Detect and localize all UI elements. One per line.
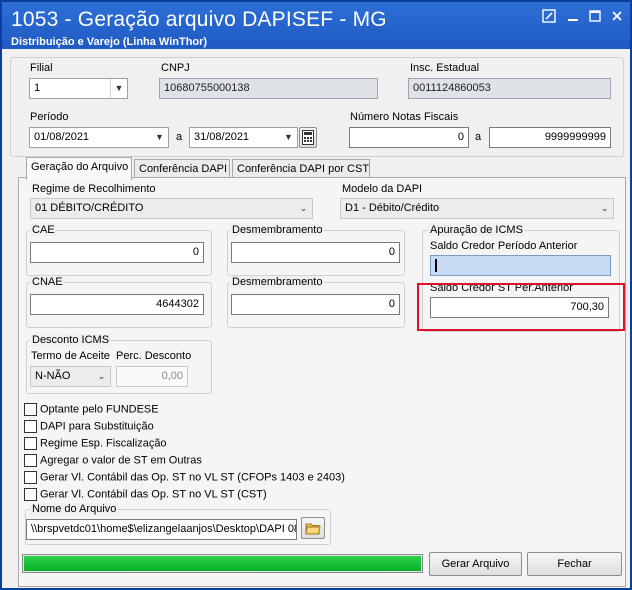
edit-icon[interactable] [540, 9, 558, 25]
checkbox-agregar-st[interactable]: Agregar o valor de ST em Outras [24, 454, 202, 468]
calendar-dropdown-icon[interactable]: ▼ [280, 128, 297, 147]
checkbox-box[interactable] [24, 420, 37, 433]
cnae-label: CNAE [30, 276, 65, 288]
perc-desconto-field[interactable]: 0,00 [116, 366, 188, 387]
apuracao-label: Apuração de ICMS [428, 224, 525, 236]
perc-desconto-label: Perc. Desconto [116, 350, 192, 362]
minimize-icon[interactable] [564, 9, 582, 25]
termo-aceite-value: N-NÃO [35, 370, 71, 382]
notas-fiscais-label: Número Notas Fiscais [350, 111, 459, 123]
title-bar[interactable]: 1053 - Geração arquivo DAPISEF - MG Dist… [2, 2, 630, 49]
checkbox-label: Gerar Vl. Contábil das Op. ST no VL ST (… [40, 488, 267, 501]
checkbox-label: Agregar o valor de ST em Outras [40, 454, 202, 467]
periodo-separator: a [176, 131, 183, 143]
cnae-field[interactable]: 4644302 [30, 294, 204, 315]
periodo-start-value: 01/08/2021 [34, 131, 90, 143]
checkbox-box[interactable] [24, 403, 37, 416]
cae-label: CAE [30, 224, 57, 236]
gerar-arquivo-label: Gerar Arquivo [441, 558, 510, 570]
text-cursor [435, 258, 437, 272]
desmembramento1-label: Desmembramento [230, 224, 325, 236]
modelo-label: Modelo da DAPI [342, 183, 423, 195]
checkbox-fundese[interactable]: Optante pelo FUNDESE [24, 403, 159, 417]
desmembramento1-field[interactable]: 0 [231, 242, 400, 263]
insc-estadual-label: Insc. Estadual [410, 62, 480, 74]
periodo-label: Período [30, 111, 69, 123]
saldo-periodo-field[interactable] [430, 255, 611, 276]
checkbox-box[interactable] [24, 454, 37, 467]
desconto-icms-label: Desconto ICMS [30, 334, 112, 346]
modelo-select[interactable]: D1 - Débito/Crédito ⌄ [340, 198, 614, 219]
chevron-down-icon[interactable]: ⌄ [596, 199, 613, 218]
tab-label: Conferência DAPI por CST [237, 163, 370, 175]
notas-end-field[interactable]: 9999999999 [489, 127, 611, 148]
app-window: 1053 - Geração arquivo DAPISEF - MG Dist… [0, 0, 632, 590]
cnpj-field[interactable]: 10680755000138 [159, 78, 378, 99]
checkbox-box[interactable] [24, 488, 37, 501]
checkbox-label: Gerar Vl. Contábil das Op. ST no VL ST (… [40, 471, 345, 484]
tab-label: Geração do Arquivo [31, 161, 129, 173]
insc-estadual-field[interactable]: 0011124860053 [408, 78, 611, 99]
close-icon[interactable] [608, 9, 626, 25]
termo-aceite-label: Termo de Aceite [31, 350, 110, 362]
window-subtitle: Distribuição e Varejo (Linha WinThor) [11, 36, 208, 48]
progress-fill [24, 556, 421, 571]
saldo-periodo-label: Saldo Credor Período Anterior [430, 240, 578, 252]
chevron-down-icon[interactable]: ⌄ [93, 367, 110, 386]
checkbox-vl-contabil-cst[interactable]: Gerar Vl. Contábil das Op. ST no VL ST (… [24, 488, 267, 502]
modelo-value: D1 - Débito/Crédito [345, 202, 440, 214]
checkbox-regime-esp[interactable]: Regime Esp. Fiscalização [24, 437, 167, 451]
checkbox-box[interactable] [24, 471, 37, 484]
tab-conferencia-dapi-cst[interactable]: Conferência DAPI por CST [232, 159, 370, 179]
calculator-icon[interactable] [299, 127, 317, 148]
regime-label: Regime de Recolhimento [32, 183, 156, 195]
tab-conferencia-dapi[interactable]: Conferência DAPI [134, 159, 230, 179]
window-title: 1053 - Geração arquivo DAPISEF - MG [11, 8, 387, 31]
notas-start-field[interactable]: 0 [349, 127, 469, 148]
checkbox-box[interactable] [24, 437, 37, 450]
fechar-button[interactable]: Fechar [527, 552, 622, 576]
regime-select[interactable]: 01 DÉBITO/CRÉDITO ⌄ [30, 198, 313, 219]
cae-field[interactable]: 0 [30, 242, 204, 263]
folder-icon[interactable] [301, 517, 325, 539]
calendar-dropdown-icon[interactable]: ▼ [151, 128, 168, 147]
chevron-down-icon[interactable]: ⌄ [295, 199, 312, 218]
highlight-frame [417, 283, 625, 331]
client-area: Filial 1 ▼ CNPJ 10680755000138 Insc. Est… [6, 51, 626, 587]
tab-panel-geracao: Regime de Recolhimento 01 DÉBITO/CRÉDITO… [18, 177, 626, 587]
regime-value: 01 DÉBITO/CRÉDITO [35, 202, 144, 214]
chevron-down-icon[interactable]: ▼ [110, 79, 127, 98]
desmembramento2-label: Desmembramento [230, 276, 325, 288]
desmembramento2-field[interactable]: 0 [231, 294, 400, 315]
periodo-end-value: 31/08/2021 [194, 131, 250, 143]
nome-arquivo-field[interactable]: \\brspvetdc01\home$\elizangelaanjos\Desk… [26, 519, 297, 540]
filial-select[interactable]: 1 ▼ [29, 78, 128, 99]
termo-aceite-select[interactable]: N-NÃO ⌄ [30, 366, 111, 387]
maximize-icon[interactable] [586, 9, 604, 25]
checkbox-label: DAPI para Substituição [40, 420, 154, 433]
fechar-label: Fechar [557, 558, 592, 570]
checkbox-vl-contabil-cfop[interactable]: Gerar Vl. Contábil das Op. ST no VL ST (… [24, 471, 345, 485]
tab-geracao-arquivo[interactable]: Geração do Arquivo [26, 157, 132, 180]
filial-value: 1 [34, 82, 41, 94]
filial-label: Filial [30, 62, 53, 74]
periodo-end-date[interactable]: 31/08/2021 ▼ [189, 127, 298, 148]
periodo-start-date[interactable]: 01/08/2021 ▼ [29, 127, 169, 148]
checkbox-label: Optante pelo FUNDESE [40, 403, 159, 416]
checkbox-dapi-substituicao[interactable]: DAPI para Substituição [24, 420, 154, 434]
cnpj-label: CNPJ [161, 62, 190, 74]
nome-arquivo-label: Nome do Arquivo [30, 503, 119, 515]
gerar-arquivo-button[interactable]: Gerar Arquivo [429, 552, 522, 576]
progress-bar [22, 554, 423, 573]
checkbox-label: Regime Esp. Fiscalização [40, 437, 167, 450]
notas-separator: a [475, 131, 482, 143]
tab-label: Conferência DAPI [139, 163, 228, 175]
